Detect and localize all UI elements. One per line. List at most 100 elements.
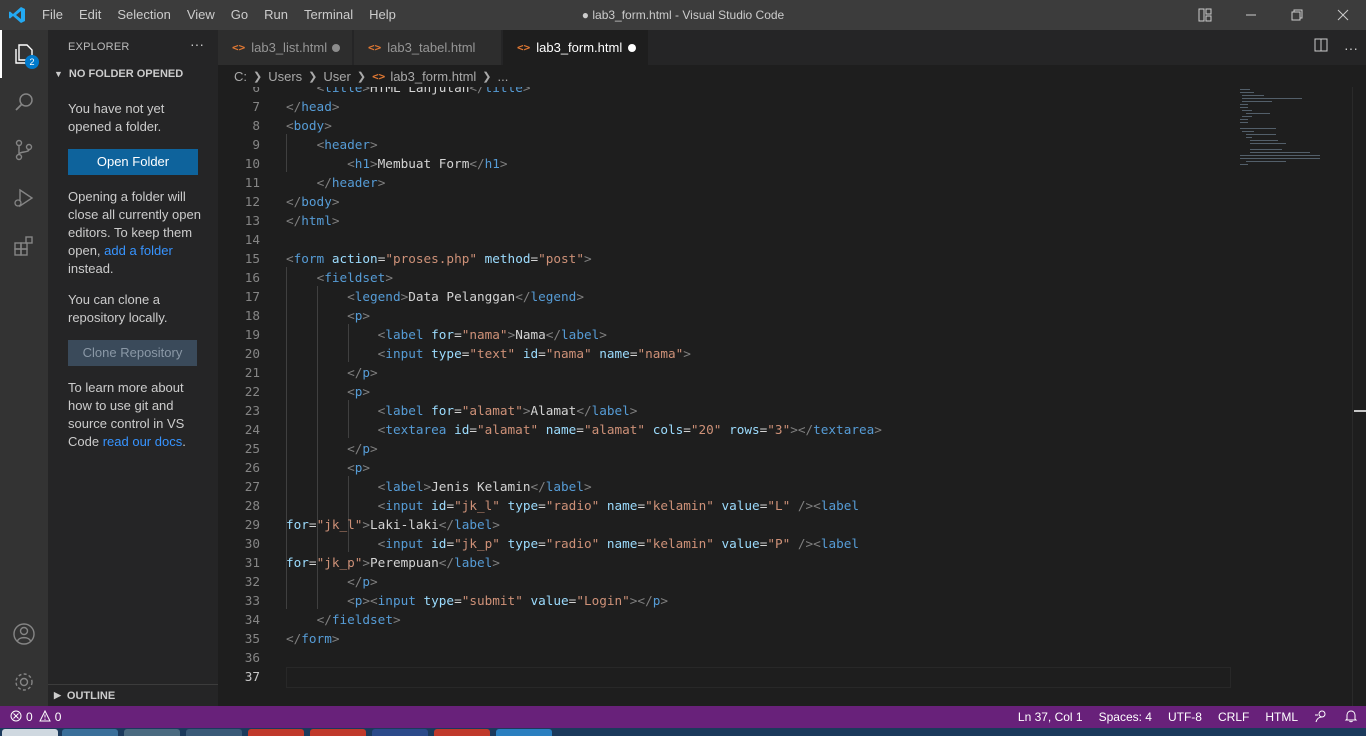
language-mode[interactable]: HTML [1265,710,1298,724]
account-icon[interactable] [0,610,48,658]
problems-indicator[interactable]: 0 0 [10,706,61,728]
menu-terminal[interactable]: Terminal [296,0,361,30]
code-line[interactable]: 24 <textarea id="alamat" name="alamat" c… [218,420,1238,439]
taskbar-app[interactable] [310,729,366,736]
more-actions-icon[interactable]: ··· [1344,40,1358,56]
more-actions-icon[interactable]: ··· [190,36,204,52]
read-docs-link[interactable]: read our docs [103,434,183,449]
code-line[interactable]: 18 <p> [218,306,1238,325]
breadcrumb-drive[interactable]: C: [234,69,247,84]
menu-file[interactable]: File [34,0,71,30]
extensions-icon[interactable] [0,222,48,270]
feedback-icon[interactable] [1314,709,1328,726]
code-line[interactable]: 12 </body> [218,192,1238,211]
taskbar-app[interactable] [124,729,180,736]
outline-section-header[interactable]: ▶ OUTLINE [48,684,218,706]
menu-selection[interactable]: Selection [109,0,178,30]
taskbar-app[interactable] [434,729,490,736]
code-line[interactable]: 34 </fieldset> [218,610,1238,629]
menu-go[interactable]: Go [223,0,256,30]
code-line[interactable]: 26 <p> [218,458,1238,477]
code-line[interactable]: 13 </html> [218,211,1238,230]
scrollbar-track[interactable] [1352,87,1353,706]
code-line[interactable]: 7 </head> [218,97,1238,116]
code-line[interactable]: 11 </header> [218,173,1238,192]
code-line[interactable]: 23 <label for="alamat">Alamat</label> [218,401,1238,420]
run-debug-icon[interactable] [0,174,48,222]
layout-icon[interactable] [1182,0,1228,30]
code-line[interactable]: 27 <label>Jenis Kelamin</label> [218,477,1238,496]
code-line[interactable]: 6 <title>HTML Lanjutan</title> [218,87,1238,97]
code-line[interactable]: 15 <form action="proses.php" method="post… [218,249,1238,268]
split-editor-icon[interactable] [1314,38,1328,57]
code-token: Membuat Form [377,156,470,171]
taskbar-app[interactable] [62,729,118,736]
indentation[interactable]: Spaces: 4 [1099,710,1152,724]
search-icon[interactable] [0,78,48,126]
breadcrumb-file[interactable]: lab3_form.html [390,69,476,84]
code-line[interactable]: 22 <p> [218,382,1238,401]
code-line[interactable]: 28 <input id="jk_l" type="radio" name="k… [218,496,1238,515]
breadcrumb-symbols[interactable]: ... [498,69,509,84]
breadcrumb-users[interactable]: Users [268,69,302,84]
menu-edit[interactable]: Edit [71,0,109,30]
code-line[interactable]: 17 <legend>Data Pelanggan</legend> [218,287,1238,306]
explorer-icon[interactable]: 2 [0,30,48,78]
code-line[interactable]: 30 <input id="jk_p" type="radio" name="k… [218,534,1238,553]
clone-repository-button[interactable]: Clone Repository [68,340,197,366]
restore-icon[interactable] [1274,0,1320,30]
code-line[interactable]: 19 <label for="nama">Nama</label> [218,325,1238,344]
code-line[interactable]: 25 </p> [218,439,1238,458]
code-token: < [347,156,355,171]
menu-view[interactable]: View [179,0,223,30]
menu-help[interactable]: Help [361,0,404,30]
notifications-bell-icon[interactable] [1344,709,1358,726]
code-line[interactable]: 20 <input type="text" id="nama" name="na… [218,344,1238,363]
code-line[interactable]: 8 <body> [218,116,1238,135]
settings-gear-icon[interactable] [0,658,48,706]
code-line[interactable]: 14 [218,230,1238,249]
minimap-line [1242,98,1302,99]
close-icon[interactable] [1320,0,1366,30]
code-line[interactable]: 9 <header> [218,135,1238,154]
end-of-line[interactable]: CRLF [1218,710,1249,724]
code-editor[interactable]: 6 <title>HTML Lanjutan</title> 7 </head> 8 <… [218,87,1366,706]
code-token: input [385,498,424,513]
tab-lab3-list[interactable]: <> lab3_list.html [218,30,353,65]
code-line[interactable]: 29 for="jk_l">Laki-laki</label> [218,515,1238,534]
source-control-icon[interactable] [0,126,48,174]
minimize-icon[interactable] [1228,0,1274,30]
line-number: 25 [244,441,260,456]
taskbar-app[interactable] [248,729,304,736]
taskbar-app[interactable] [496,729,552,736]
tab-lab3-form[interactable]: <> lab3_form.html [503,30,649,65]
taskbar-app[interactable] [372,729,428,736]
code-token: textarea [385,422,447,437]
code-line[interactable]: 33 <p><input type="submit" value="Login"… [218,591,1238,610]
code-line[interactable]: 36 [218,648,1238,667]
unsaved-dot-icon[interactable] [628,44,636,52]
taskbar-app[interactable] [2,729,58,736]
open-folder-button[interactable]: Open Folder [68,149,198,175]
taskbar-app[interactable] [186,729,242,736]
minimap[interactable] [1238,87,1333,167]
code-line[interactable]: 10 <h1>Membuat Form</h1> [218,154,1238,173]
code-line[interactable]: 35 </form> [218,629,1238,648]
code-line[interactable]: 21 </p> [218,363,1238,382]
code-line[interactable]: 37 [218,667,1238,686]
tab-lab3-tabel[interactable]: <> lab3_tabel.html [354,30,502,65]
add-folder-link[interactable]: add a folder [104,243,173,258]
code-token: HTML Lanjutan [370,87,470,95]
cursor-position[interactable]: Ln 37, Col 1 [1018,710,1083,724]
code-line[interactable]: 31 for="jk_p">Perempuan</label> [218,553,1238,572]
unsaved-dot-icon[interactable] [332,44,340,52]
code-line[interactable]: 16 <fieldset> [218,268,1238,287]
code-token: "alamat" [583,422,646,437]
encoding[interactable]: UTF-8 [1168,710,1202,724]
code-line[interactable]: 32 </p> [218,572,1238,591]
breadcrumb-user[interactable]: User [323,69,350,84]
menu-run[interactable]: Run [256,0,296,30]
no-folder-section-header[interactable]: ▼ NO FOLDER OPENED [54,68,183,80]
